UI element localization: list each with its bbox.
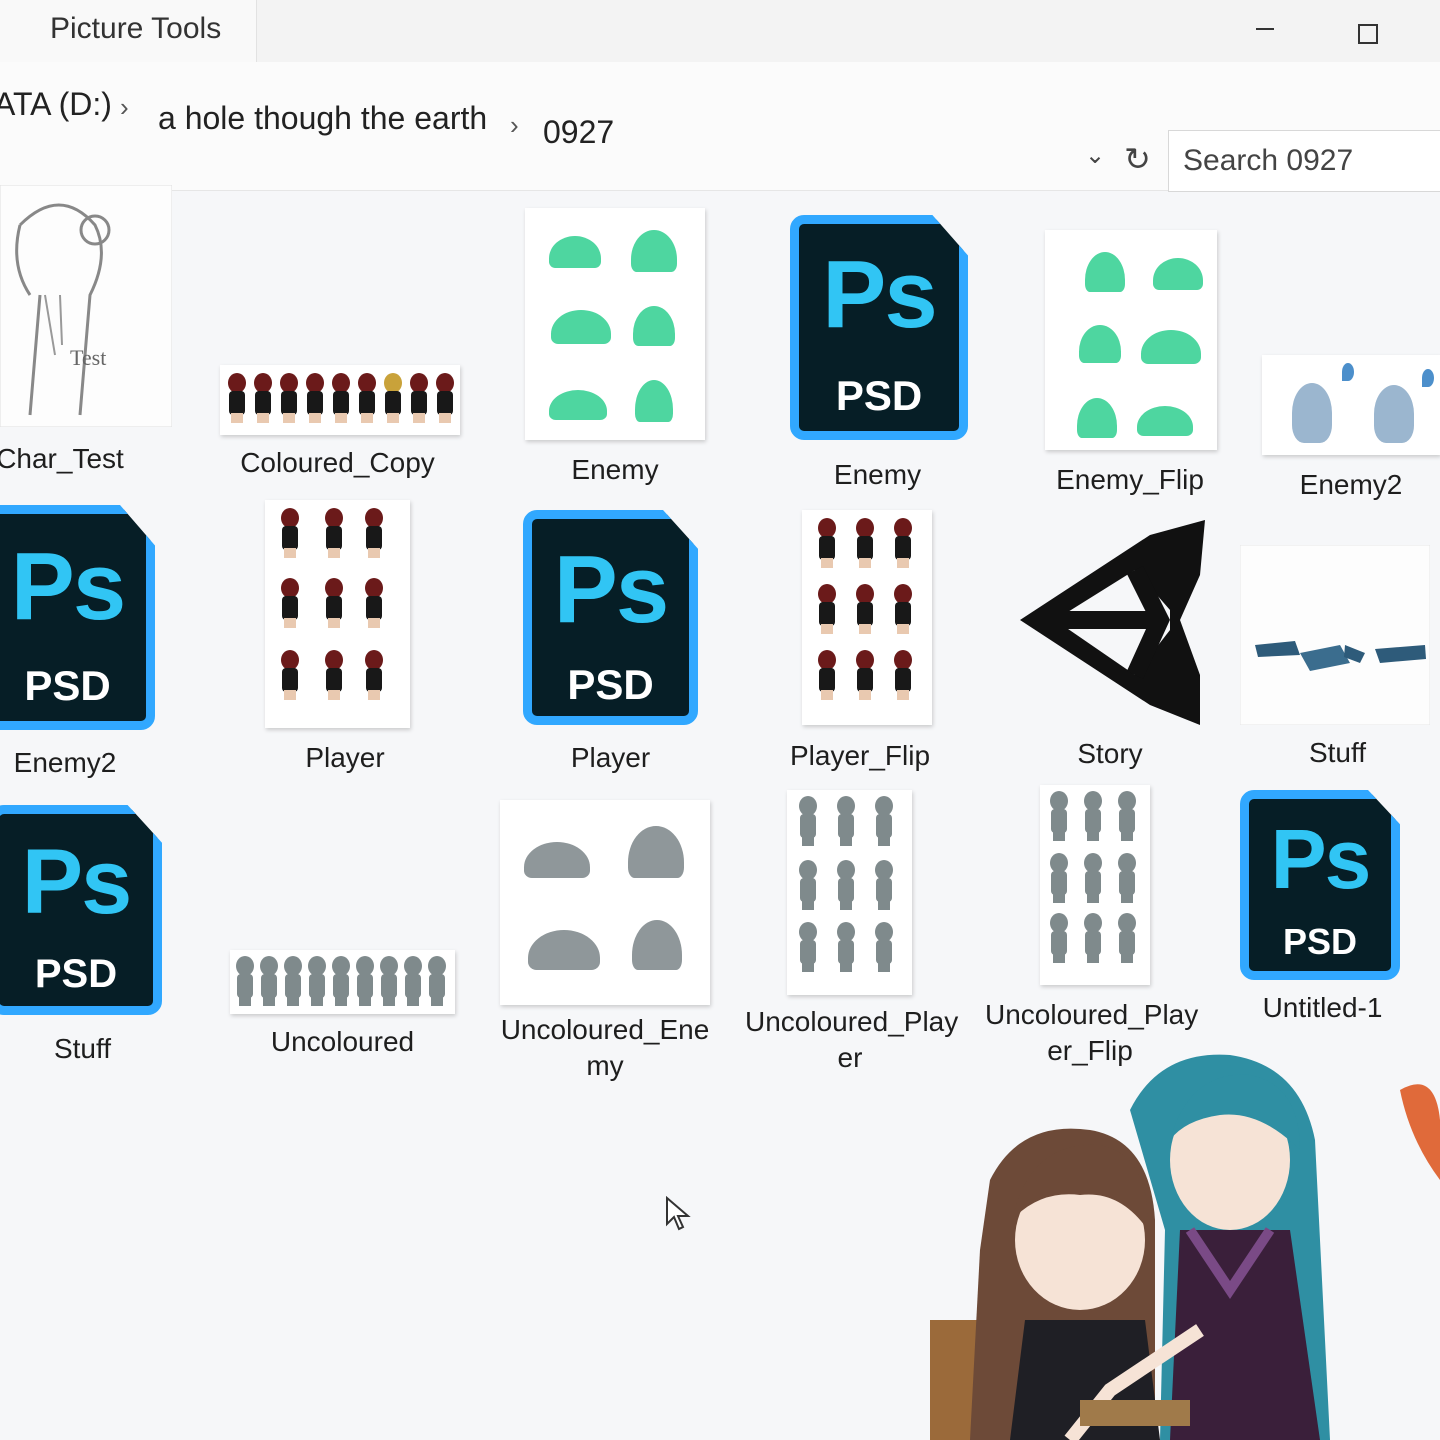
file-label: Stuff: [53, 1033, 112, 1064]
file-item-uncoloured-player[interactable]: Uncoloured_Play er: [745, 790, 959, 1080]
breadcrumb-drive[interactable]: ATA (D:): [0, 86, 112, 123]
file-label: Stuff: [1308, 737, 1367, 768]
tab-picture-tools-label: Picture Tools: [50, 12, 222, 45]
breadcrumb-chevron-icon[interactable]: ›: [120, 92, 129, 123]
slime-thumbnail: [525, 208, 705, 440]
file-label: Uncoloured: [270, 1026, 415, 1057]
file-item-coloured-copy[interactable]: Coloured_Copy: [215, 365, 460, 485]
photoshop-icon: Ps PSD: [0, 805, 162, 1015]
sprite-sheet-thumbnail: [787, 790, 912, 995]
file-item-enemy-png[interactable]: Enemy: [520, 208, 710, 493]
file-item-story[interactable]: Story: [1005, 510, 1215, 785]
minimize-icon[interactable]: [1250, 14, 1280, 44]
file-label: Untitled-1: [1262, 992, 1383, 1023]
stuff-thumbnail: [1240, 545, 1430, 725]
photoshop-icon: Ps PSD: [523, 510, 698, 725]
file-label: Enemy: [571, 454, 659, 485]
recent-locations-chevron-icon[interactable]: ⌄: [1085, 141, 1105, 170]
file-label: Story: [1077, 738, 1143, 769]
file-label: Player_Flip: [789, 740, 931, 771]
sketch-thumbnail: Test: [0, 185, 172, 427]
file-item-uncoloured[interactable]: Uncoloured: [225, 950, 460, 1065]
file-label: Uncoloured_Play er: [745, 1006, 959, 1073]
file-label: Player: [305, 742, 385, 773]
file-label: Player: [570, 742, 651, 773]
file-item-player-png[interactable]: Player: [260, 500, 430, 785]
file-label: Char_Test: [0, 443, 124, 474]
mouse-cursor-icon: [666, 1196, 691, 1231]
anime-artwork-illustration: [930, 1054, 1440, 1440]
file-label: Coloured_Copy: [240, 447, 435, 478]
sketch-text: Test: [70, 345, 106, 370]
tab-picture-tools[interactable]: Picture Tools: [0, 0, 257, 62]
breadcrumb-current[interactable]: 0927: [543, 114, 614, 151]
sprite-sheet-thumbnail: [802, 510, 932, 725]
file-item-enemy-psd[interactable]: Ps PSD Enemy: [785, 215, 970, 495]
search-input[interactable]: [1181, 141, 1435, 181]
file-item-enemy2-png[interactable]: Enemy2: [1262, 355, 1440, 505]
file-item-stuff-png[interactable]: Stuff: [1240, 545, 1435, 775]
file-label: Enemy2: [1299, 469, 1403, 500]
unity-icon: [1020, 520, 1205, 725]
file-label: Enemy_Flip: [1056, 464, 1204, 495]
file-item-stuff-psd[interactable]: Ps PSD Stuff: [0, 805, 165, 1070]
file-item-untitled-1[interactable]: Ps PSD Untitled-1: [1235, 790, 1410, 1030]
file-item-uncoloured-enemy[interactable]: Uncoloured_Ene my: [495, 800, 715, 1090]
ghost-thumbnail: [1262, 355, 1440, 455]
sprite-sheet-thumbnail: [1040, 785, 1150, 985]
search-box[interactable]: [1168, 130, 1440, 192]
photoshop-icon: Ps PSD: [0, 505, 155, 730]
slime-thumbnail: [1045, 230, 1217, 450]
photoshop-icon: Ps PSD: [1240, 790, 1400, 980]
sprite-sheet-thumbnail: [265, 500, 410, 728]
maximize-icon[interactable]: [1356, 22, 1380, 46]
breadcrumb-chevron-icon[interactable]: ›: [510, 110, 519, 141]
photoshop-icon: Ps PSD: [790, 215, 968, 440]
sprite-sheet-thumbnail: [230, 950, 455, 1014]
file-item-player-psd[interactable]: Ps PSD Player: [518, 510, 703, 790]
file-item-enemy2-psd[interactable]: Ps PSD Enemy2: [0, 505, 160, 785]
sprite-sheet-thumbnail: [220, 365, 460, 435]
file-label: Enemy2: [13, 747, 117, 778]
breadcrumb-folder[interactable]: a hole though the earth: [158, 100, 487, 137]
file-item-enemy-flip[interactable]: Enemy_Flip: [1040, 230, 1220, 500]
file-item-char-test[interactable]: Test Char_Test: [0, 185, 172, 485]
file-item-player-flip[interactable]: Player_Flip: [790, 510, 940, 790]
file-label: Enemy: [833, 459, 922, 490]
refresh-icon[interactable]: ↻: [1124, 140, 1151, 178]
file-label: Uncoloured_Ene my: [500, 1014, 710, 1081]
slime-thumbnail: [500, 800, 710, 1005]
